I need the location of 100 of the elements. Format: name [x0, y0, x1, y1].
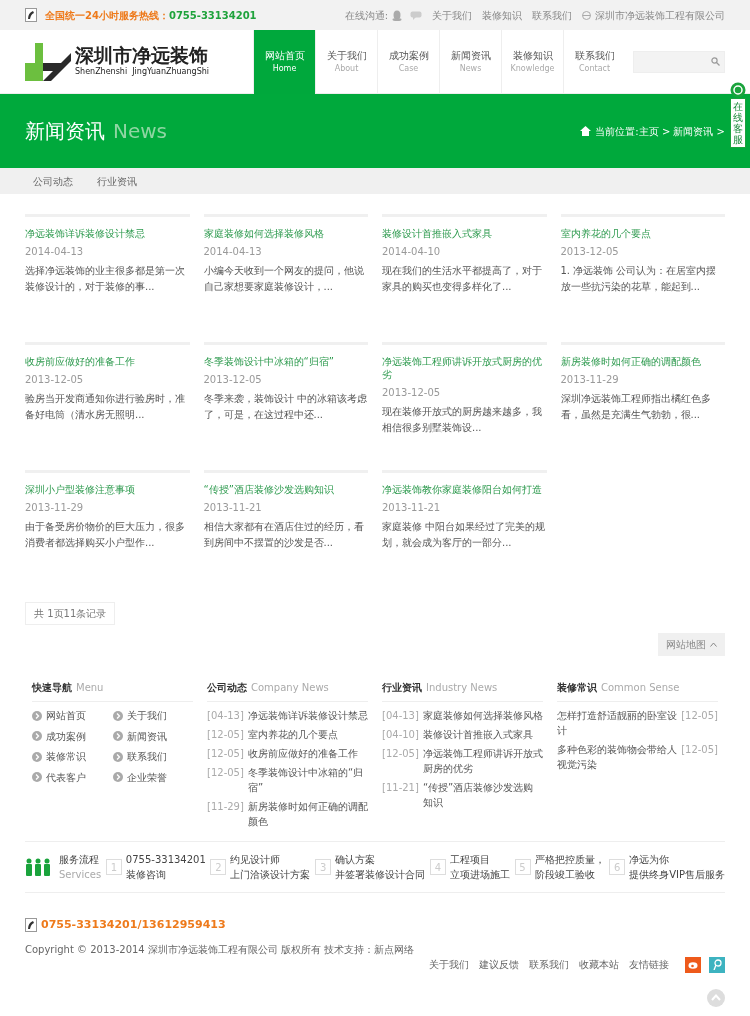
footer-link[interactable]: 友情链接: [629, 957, 669, 972]
news-title[interactable]: 净远装饰工程师讲诉开放式厨房的优劣: [382, 355, 547, 381]
arrow-bullet-icon: [32, 772, 42, 782]
news-date: 2013-11-29: [25, 501, 85, 515]
news-date: 2013-12-05: [560, 245, 620, 259]
menu-link[interactable]: 网站首页: [32, 708, 86, 723]
share-button[interactable]: [709, 956, 725, 973]
arrow-bullet-icon: [32, 731, 42, 741]
item-date: [04-10]: [382, 728, 419, 742]
nav-tab[interactable]: 联系我们 Contact: [563, 29, 625, 94]
menu-link[interactable]: 企业荣誉: [112, 769, 167, 785]
news-summary: 选择净远装饰的业主很多都是第一次装修设计的，对于装修的事...: [25, 264, 186, 294]
arrow-bullet-icon: [112, 772, 123, 782]
news-link[interactable]: 冬季装饰设计中冰箱的“归宿”: [247, 765, 368, 795]
item-date: [12-05]: [207, 728, 244, 742]
step-title: 严格把控质量，: [534, 853, 605, 867]
hotline-number: 0755-33134201: [168, 8, 257, 23]
weibo-button[interactable]: [685, 956, 701, 973]
step-title: 约见设计师: [230, 853, 282, 867]
news-link[interactable]: 多种色彩的装饰物会带给人视觉污染: [557, 742, 678, 772]
menu-link[interactable]: 成功案例: [32, 728, 86, 744]
news-title[interactable]: 收房前应做好的准备工作: [25, 355, 190, 368]
news-title[interactable]: “传授”酒店装修沙发选购知识: [203, 483, 368, 496]
home-icon: [580, 126, 592, 136]
footer-link[interactable]: 建议反馈: [479, 957, 519, 972]
nav-label: 新闻资讯: [450, 49, 491, 63]
nav-sublabel: Contact: [578, 63, 611, 75]
step-title: 确认方案: [335, 853, 377, 867]
item-date: [12-05]: [207, 747, 244, 761]
news-link[interactable]: 收房前应做好的准备工作: [247, 746, 358, 761]
nav-tab[interactable]: 新闻资讯 News: [439, 29, 501, 94]
step-detail: 立项进场施工: [449, 868, 510, 882]
phone-icon: [25, 918, 37, 933]
footer-link[interactable]: 收藏本站: [579, 957, 619, 972]
nav-label: 装修知识: [512, 49, 553, 63]
menu-link[interactable]: 关于我们: [112, 708, 167, 723]
menu-link[interactable]: 装修常识: [32, 749, 86, 764]
footer-phone: 0755-33134201/13612959413: [41, 917, 226, 933]
step-detail: 上门洽谈设计方案: [230, 868, 311, 882]
news-title[interactable]: 深圳小户型装修注意事项: [25, 483, 190, 496]
logo-icon: [25, 42, 71, 81]
news-title[interactable]: 净远装饰详诉装修设计禁忌: [25, 227, 190, 240]
item-date: [12-05]: [382, 747, 419, 761]
logo-text: 深圳市净远装饰: [75, 45, 209, 66]
column-title: 行业资讯: [382, 682, 422, 693]
online-service-tab[interactable]: 在线客服: [730, 98, 746, 148]
news-summary: 由于备受房价物价的巨大压力，很多消费者都选择购买小户型作...: [25, 520, 186, 550]
news-link[interactable]: 新房装修时如何正确的调配颜色: [247, 799, 368, 829]
news-link[interactable]: 室内养花的几个要点: [247, 727, 338, 742]
footer-link[interactable]: 联系我们: [529, 957, 569, 972]
news-title[interactable]: 净远装饰教你家庭装修阳台如何打造: [382, 483, 547, 496]
news-title[interactable]: 家庭装修如何选择装修风格: [203, 227, 368, 240]
step-title: 0755-33134201: [125, 853, 206, 867]
news-summary: 验房当开发商通知你进行验房时，准备好电筒（清水房无照明...: [25, 392, 186, 422]
banner-title: 新闻资讯: [25, 118, 105, 145]
item-date: [11-29]: [207, 800, 244, 814]
news-link[interactable]: 怎样打造舒适靓丽的卧室设计: [557, 708, 678, 738]
arrow-bullet-icon: [112, 710, 123, 721]
search-field[interactable]: [633, 50, 725, 73]
news-link[interactable]: 净远装饰详诉装修设计禁忌: [247, 708, 368, 723]
nav-label: 成功案例: [388, 49, 429, 63]
arrow-bullet-icon: [112, 731, 123, 741]
news-date: 2013-11-29: [560, 373, 620, 387]
news-summary: 冬季来袭，装饰设计 中的冰箱该考虑了，可是，在这过程中还...: [203, 392, 368, 422]
arrow-bullet-icon: [32, 710, 42, 721]
subnav-link[interactable]: 公司动态: [33, 173, 73, 189]
search-icon: [711, 57, 720, 66]
nav-tab[interactable]: 关于我们 About: [315, 29, 377, 94]
caret-up-icon: [710, 642, 717, 647]
chat-circle-icon: [730, 82, 746, 98]
pagination-info: 共 1页11条记录: [25, 602, 116, 625]
breadcrumb: 当前位置:主页 > 新闻资讯 >: [595, 124, 725, 139]
item-date: [12-05]: [681, 709, 718, 723]
step-title: 净远为你: [629, 853, 671, 867]
nav-tab[interactable]: 成功案例 Case: [377, 29, 439, 94]
news-link[interactable]: 装修设计首推嵌入式家具: [422, 727, 533, 742]
online-label: 在线沟通:: [344, 8, 388, 23]
menu-link[interactable]: 联系我们: [112, 749, 167, 764]
news-date: 2014-04-13: [25, 245, 85, 259]
news-title[interactable]: 装修设计首推嵌入式家具: [382, 227, 547, 240]
news-link[interactable]: “传授”酒店装修沙发选购知识: [422, 780, 543, 810]
column-title: 快速导航: [32, 682, 72, 693]
footer-link[interactable]: 关于我们: [429, 957, 469, 972]
column-subtitle: Industry News: [426, 682, 498, 693]
menu-link[interactable]: 代表客户: [32, 769, 86, 785]
news-title[interactable]: 冬季装饰设计中冰箱的“归宿”: [203, 355, 368, 368]
news-title[interactable]: 室内养花的几个要点: [560, 227, 725, 240]
subnav-link[interactable]: 行业资讯: [97, 173, 137, 189]
news-title[interactable]: 新房装修时如何正确的调配颜色: [560, 355, 725, 368]
news-summary: 家庭装修 中阳台如果经过了完美的规划，就会成为客厅的一部分...: [382, 520, 547, 550]
step-detail: 阶段竣工验收: [534, 868, 596, 882]
back-to-top-button[interactable]: [707, 988, 725, 1007]
nav-tab[interactable]: 装修知识 Knowledge: [501, 29, 563, 94]
item-date: [04-13]: [207, 709, 244, 723]
news-link[interactable]: 净远装饰工程师讲诉开放式厨房的优劣: [422, 746, 543, 776]
news-link[interactable]: 家庭装修如何选择装修风格: [422, 708, 543, 723]
step-detail: 并签署装修设计合同: [335, 868, 426, 882]
nav-sublabel: About: [334, 63, 359, 75]
news-summary: 现在我们的生活水平都提高了，对于家具的购买也变得多样化了...: [382, 264, 543, 294]
menu-link[interactable]: 新闻资讯: [112, 728, 167, 744]
